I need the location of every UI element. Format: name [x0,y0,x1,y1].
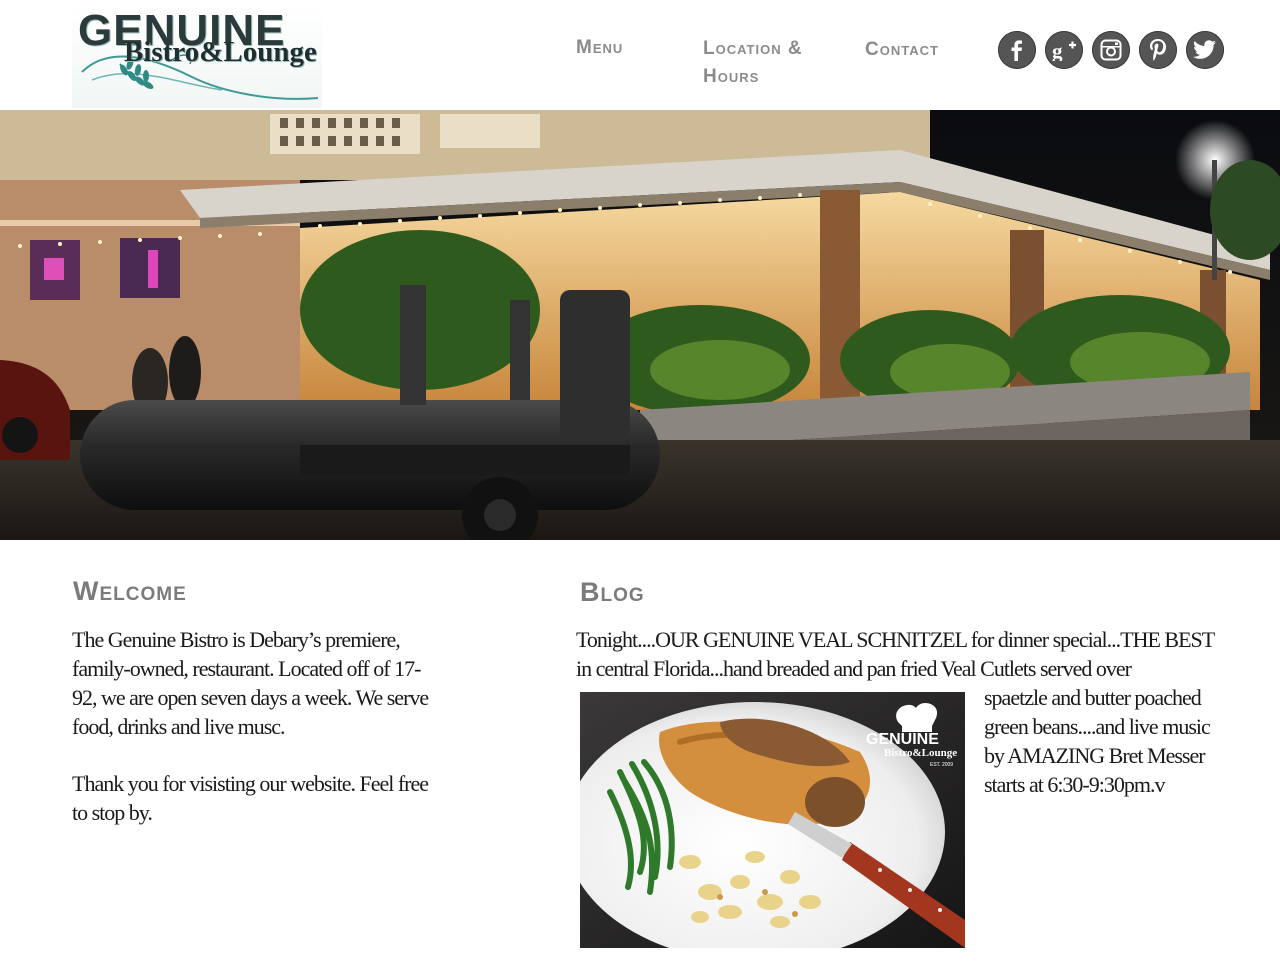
blog-post-continued: spaetzle and butter poached green beans.… [984,685,1211,797]
twitter-icon [1193,40,1216,59]
welcome-thanks-paragraph: Thank you for visisting our website. Fee… [72,771,429,825]
pinterest-icon [1150,39,1166,61]
google-plus-icon: g [1052,39,1076,61]
nav-contact-link[interactable]: Contact [865,36,939,64]
nav-location-hours-link[interactable]: Location & Hours [703,35,823,91]
veal-schnitzel-illustration: GENUINE Bistro&Lounge EST. 2009 [580,692,965,948]
welcome-heading: Welcome [73,576,187,606]
facebook-button[interactable] [998,31,1036,69]
site-logo[interactable]: GENUINE Bistro&Lounge [72,2,322,108]
photo-logo-word1: GENUINE [866,731,939,748]
hero-restaurant-photo [0,110,1280,540]
twitter-button[interactable] [1186,31,1224,69]
facebook-icon [1011,40,1022,61]
blog-heading: Blog [580,577,645,607]
svg-text:g: g [1052,39,1063,61]
nav-menu-link[interactable]: Menu [576,34,623,62]
photo-chef-hat-icon [896,703,938,732]
logo-wordmark-bistro: Bistro&Lounge [124,36,317,68]
blog-post-intro: Tonight....OUR GENUINE VEAL SCHNITZEL fo… [576,627,1215,681]
welcome-paragraph: The Genuine Bistro is Debary’s premiere,… [72,627,429,739]
pinterest-button[interactable] [1139,31,1177,69]
photo-logo-est: EST. 2009 [930,762,953,768]
hero-illustration [0,110,1280,540]
photo-logo-word2: Bistro&Lounge [884,747,957,759]
instagram-button[interactable] [1092,31,1130,69]
instagram-icon [1100,39,1122,61]
blog-food-photo[interactable]: GENUINE Bistro&Lounge EST. 2009 [580,692,965,948]
google-plus-button[interactable]: g [1045,31,1083,69]
